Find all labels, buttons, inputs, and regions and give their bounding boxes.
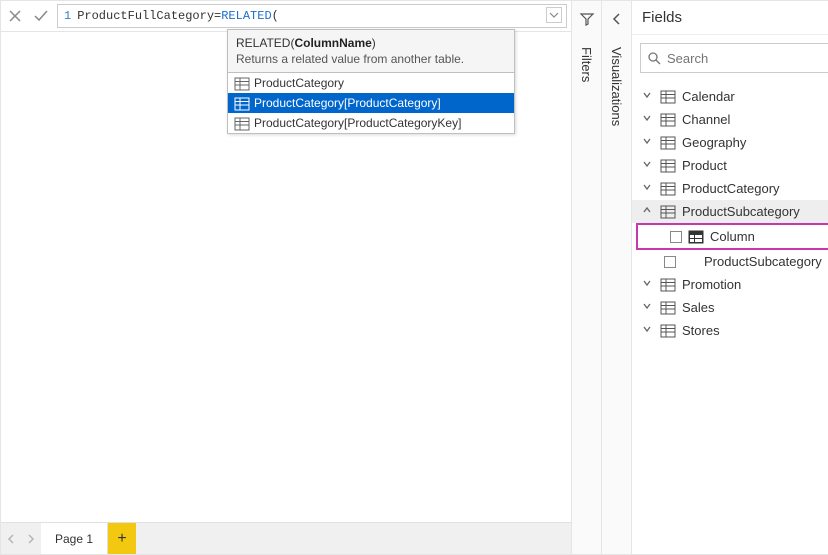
table-icon — [660, 136, 676, 150]
fields-tree: Calendar Channel Geography Product ProductCa… — [632, 81, 828, 554]
chevron-left-icon — [609, 11, 625, 27]
collapsed-panes: Filters Visualizations — [571, 1, 631, 554]
next-page-button[interactable] — [21, 523, 41, 554]
tooltip-description: Returns a related value from another tab… — [228, 52, 514, 72]
chevron-down-icon — [642, 278, 654, 291]
add-page-button[interactable]: + — [108, 523, 136, 554]
fields-table-productcategory[interactable]: ProductCategory — [632, 177, 828, 200]
fields-title: Fields — [642, 9, 682, 26]
table-label: Promotion — [682, 277, 741, 292]
filters-icon — [579, 11, 595, 27]
intellisense-item-label: ProductCategory[ProductCategoryKey] — [254, 116, 461, 130]
table-icon — [660, 301, 676, 315]
line-number: 1 — [64, 9, 71, 23]
intellisense-item-label: ProductCategory — [254, 76, 344, 90]
table-label: Sales — [682, 300, 715, 315]
table-label: Channel — [682, 112, 730, 127]
fields-table-calendar[interactable]: Calendar — [632, 85, 828, 108]
fields-table-productsubcategory[interactable]: ProductSubcategory — [632, 200, 828, 223]
table-icon — [660, 113, 676, 127]
table-icon — [660, 90, 676, 104]
column-label: Column — [710, 229, 755, 244]
table-icon — [234, 117, 248, 129]
search-icon — [647, 51, 661, 65]
fields-table-product[interactable]: Product — [632, 154, 828, 177]
table-icon — [660, 159, 676, 173]
table-icon — [660, 182, 676, 196]
chevron-down-icon — [642, 113, 654, 126]
chevron-down-icon — [642, 159, 654, 172]
table-icon — [660, 324, 676, 338]
fields-pane: Fields Calendar Channel Geography Product Pr… — [631, 1, 828, 554]
tooltip-signature: RELATED(ColumnName) — [228, 30, 514, 52]
chevron-down-icon — [642, 182, 654, 195]
table-label: Geography — [682, 135, 746, 150]
fields-search-input[interactable] — [667, 51, 828, 66]
fields-table-stores[interactable]: Stores — [632, 319, 828, 342]
table-label: Calendar — [682, 89, 735, 104]
cancel-formula-button[interactable] — [5, 6, 25, 26]
table-icon — [234, 77, 248, 89]
formula-function: RELATED — [221, 9, 271, 23]
column-label: ProductSubcategory — [704, 254, 822, 269]
table-icon — [660, 205, 676, 219]
formula-open-paren: ( — [272, 9, 279, 23]
filters-label: Filters — [579, 47, 594, 82]
formula-bar: 1 ProductFullCategory = RELATED ( — [1, 1, 571, 32]
intellisense-item-label: ProductCategory[ProductCategory] — [254, 96, 441, 110]
intellisense-tooltip: RELATED(ColumnName) Returns a related va… — [227, 29, 515, 134]
fields-table-geography[interactable]: Geography — [632, 131, 828, 154]
page-tab-page1[interactable]: Page 1 — [41, 523, 108, 554]
formula-input[interactable]: 1 ProductFullCategory = RELATED ( — [57, 4, 567, 28]
intellisense-item[interactable]: ProductCategory — [228, 73, 514, 93]
visualizations-pane-collapsed[interactable]: Visualizations — [601, 1, 631, 554]
page-tabs-bar: Page 1 + — [1, 522, 571, 554]
field-checkbox[interactable] — [664, 256, 676, 268]
calculated-column-icon — [688, 230, 704, 244]
fields-table-sales[interactable]: Sales — [632, 296, 828, 319]
filters-pane-collapsed[interactable]: Filters — [571, 1, 601, 554]
table-icon — [234, 97, 248, 109]
fields-header: Fields — [632, 1, 828, 35]
chevron-down-icon — [642, 136, 654, 149]
equals-sign: = — [214, 9, 221, 23]
fields-table-promotion[interactable]: Promotion — [632, 273, 828, 296]
table-label: ProductSubcategory — [682, 204, 800, 219]
intellisense-list: ProductCategory ProductCategory[ProductCa… — [228, 72, 514, 133]
formula-column-name: ProductFullCategory — [77, 9, 214, 23]
fields-search-box[interactable] — [640, 43, 828, 73]
table-label: Stores — [682, 323, 720, 338]
chevron-down-icon — [642, 324, 654, 337]
report-canvas: 1 ProductFullCategory = RELATED ( RELATE… — [1, 1, 571, 554]
field-checkbox[interactable] — [670, 231, 682, 243]
fields-column-productsubcategory[interactable]: ProductSubcategory — [632, 250, 828, 273]
commit-formula-button[interactable] — [31, 6, 51, 26]
fields-table-channel[interactable]: Channel — [632, 108, 828, 131]
visualizations-label: Visualizations — [609, 47, 624, 126]
table-icon — [660, 278, 676, 292]
prev-page-button[interactable] — [1, 523, 21, 554]
table-label: ProductCategory — [682, 181, 780, 196]
table-label: Product — [682, 158, 727, 173]
chevron-down-icon — [642, 90, 654, 103]
chevron-down-icon — [642, 301, 654, 314]
expand-formula-chevron[interactable] — [546, 7, 562, 23]
fields-column-column[interactable]: Column — [638, 225, 828, 248]
intellisense-item[interactable]: ProductCategory[ProductCategoryKey] — [228, 113, 514, 133]
intellisense-item[interactable]: ProductCategory[ProductCategory] — [228, 93, 514, 113]
chevron-up-icon — [642, 205, 654, 218]
